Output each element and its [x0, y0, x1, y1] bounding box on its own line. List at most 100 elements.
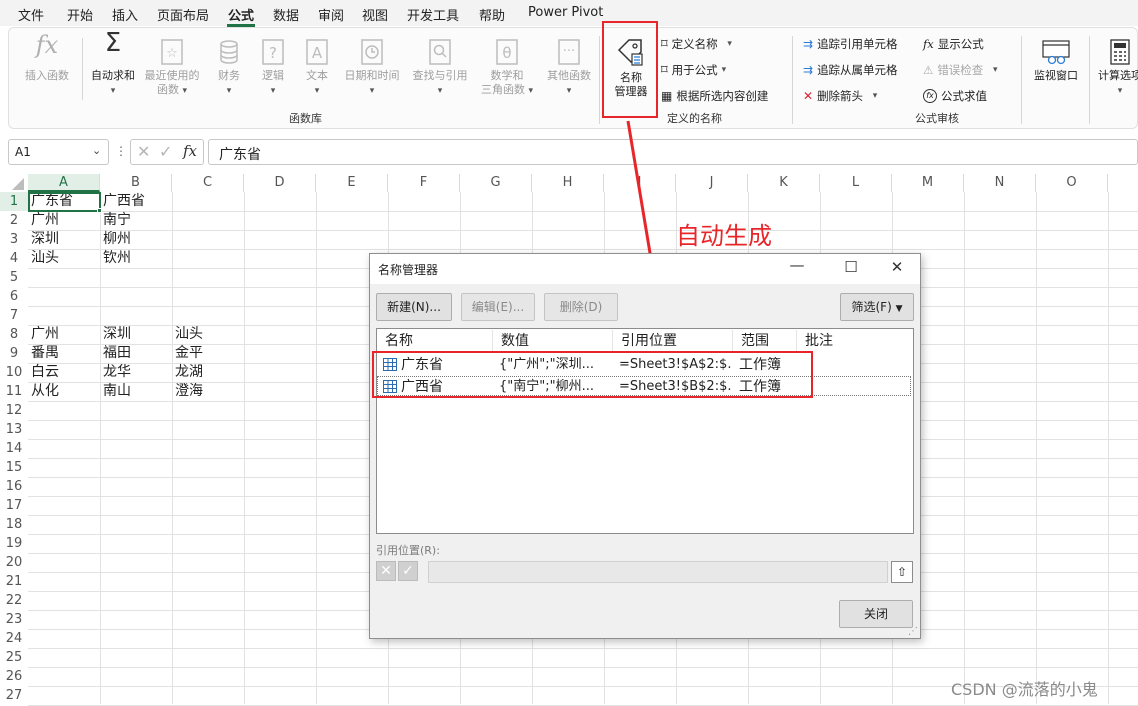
close-button[interactable]: 关闭 [839, 600, 913, 628]
column-header-n[interactable]: N [964, 174, 1036, 192]
lookup-button[interactable]: 查找与引用 ▾ [407, 38, 473, 98]
menu-review[interactable]: 审阅 [318, 5, 344, 24]
watch-window-button[interactable]: 监视窗口 [1027, 38, 1085, 83]
col-header-scope[interactable]: 范围 [733, 330, 797, 352]
row-header-19[interactable]: 19 [0, 534, 28, 553]
row-header-10[interactable]: 10 [0, 363, 28, 382]
row-header-6[interactable]: 6 [0, 287, 28, 306]
row-header-4[interactable]: 4 [0, 249, 28, 268]
cancel-icon[interactable]: ✕ [376, 561, 396, 581]
cell-c10[interactable]: 龙湖 [172, 363, 203, 382]
more-functions-button[interactable]: ··· 其他函数 ▾ [541, 38, 597, 98]
row-header-15[interactable]: 15 [0, 458, 28, 477]
menu-file[interactable]: 文件 [18, 5, 44, 24]
cell-b11[interactable]: 南山 [100, 382, 131, 401]
cell-a3[interactable]: 深圳 [28, 230, 59, 249]
cell-a10[interactable]: 白云 [28, 363, 59, 382]
chevron-down-icon[interactable]: ⌄ [92, 144, 101, 157]
row-header-5[interactable]: 5 [0, 268, 28, 287]
cell-a2[interactable]: 广州 [28, 211, 59, 230]
row-header-26[interactable]: 26 [0, 667, 28, 686]
cell-a9[interactable]: 番禺 [28, 344, 59, 363]
cell-a4[interactable]: 汕头 [28, 249, 59, 268]
logical-button[interactable]: ? 逻辑 ▾ [251, 38, 295, 98]
row-header-9[interactable]: 9 [0, 344, 28, 363]
column-header-f[interactable]: F [388, 174, 460, 192]
column-header-e[interactable]: E [316, 174, 388, 192]
menu-help[interactable]: 帮助 [479, 5, 505, 24]
cell-b9[interactable]: 福田 [100, 344, 131, 363]
column-header-g[interactable]: G [460, 174, 532, 192]
row-header-24[interactable]: 24 [0, 629, 28, 648]
row-header-18[interactable]: 18 [0, 515, 28, 534]
menu-data[interactable]: 数据 [273, 5, 299, 24]
row-header-2[interactable]: 2 [0, 211, 28, 230]
cell-b4[interactable]: 钦州 [100, 249, 131, 268]
col-header-name[interactable]: 名称 [377, 330, 493, 352]
confirm-icon[interactable]: ✓ [398, 561, 418, 581]
row-header-14[interactable]: 14 [0, 439, 28, 458]
row-header-7[interactable]: 7 [0, 306, 28, 325]
autosum-button[interactable]: Σ 自动求和 ▾ [87, 30, 139, 98]
trace-precedents-button[interactable]: ⇉ 追踪引用单元格 [803, 36, 898, 52]
row-header-12[interactable]: 12 [0, 401, 28, 420]
edit-button[interactable]: 编辑(E)... [461, 293, 535, 321]
menu-home[interactable]: 开始 [67, 5, 93, 24]
row-header-8[interactable]: 8 [0, 325, 28, 344]
create-from-selection-button[interactable]: ▦ 根据所选内容创建 [661, 88, 768, 104]
row-header-25[interactable]: 25 [0, 648, 28, 667]
cell-c11[interactable]: 澄海 [172, 382, 203, 401]
datetime-button[interactable]: 日期和时间 ▾ [339, 38, 405, 98]
col-header-value[interactable]: 数值 [493, 330, 613, 352]
delete-button[interactable]: 删除(D) [544, 293, 618, 321]
column-header-m[interactable]: M [892, 174, 964, 192]
column-header-d[interactable]: D [244, 174, 316, 192]
row-header-13[interactable]: 13 [0, 420, 28, 439]
minimize-icon[interactable]: — [782, 256, 812, 274]
recent-functions-button[interactable]: ☆ 最近使用的 函数 ▾ [141, 38, 203, 98]
row-header-22[interactable]: 22 [0, 591, 28, 610]
fx-icon[interactable]: fx [183, 142, 197, 160]
remove-arrows-button[interactable]: ✕ 删除箭头 ▾ [803, 88, 877, 104]
filter-button[interactable]: 筛选(F) ▼ [840, 293, 914, 321]
column-header-c[interactable]: C [172, 174, 244, 192]
cell-c8[interactable]: 汕头 [172, 325, 203, 344]
column-header-o[interactable]: O [1036, 174, 1108, 192]
evaluate-formula-button[interactable]: fx 公式求值 [923, 88, 987, 104]
row-header-27[interactable]: 27 [0, 686, 28, 705]
menu-developer[interactable]: 开发工具 [407, 5, 459, 24]
row-header-20[interactable]: 20 [0, 553, 28, 572]
column-header-l[interactable]: L [820, 174, 892, 192]
row-header-17[interactable]: 17 [0, 496, 28, 515]
close-icon[interactable]: ✕ [882, 258, 912, 276]
collapse-dialog-icon[interactable]: ⇧ [891, 561, 913, 583]
menu-power-pivot[interactable]: Power Pivot [528, 5, 603, 20]
col-header-refers[interactable]: 引用位置 [613, 330, 733, 352]
cell-a11[interactable]: 从化 [28, 382, 59, 401]
row-header-1[interactable]: 1 [0, 192, 28, 211]
menu-insert[interactable]: 插入 [112, 5, 138, 24]
refers-to-input[interactable] [428, 561, 888, 583]
text-button[interactable]: A 文本 ▾ [295, 38, 339, 98]
cell-b2[interactable]: 南宁 [100, 211, 131, 230]
menu-page-layout[interactable]: 页面布局 [157, 5, 209, 24]
select-all-corner[interactable] [0, 174, 28, 192]
use-in-formula-button[interactable]: ⌑ 用于公式 ▾ [661, 62, 726, 78]
math-trig-button[interactable]: θ 数学和 三角函数 ▾ [475, 38, 539, 98]
cell-b10[interactable]: 龙华 [100, 363, 131, 382]
cell-a8[interactable]: 广州 [28, 325, 59, 344]
trace-dependents-button[interactable]: ⇉ 追踪从属单元格 [803, 62, 898, 78]
cell-b1[interactable]: 广西省 [100, 192, 145, 211]
error-checking-button[interactable]: ⚠ 错误检查 ▾ [923, 62, 998, 78]
menu-formulas[interactable]: 公式 [228, 5, 254, 24]
column-header-b[interactable]: B [100, 174, 172, 192]
new-button[interactable]: 新建(N)... [376, 293, 452, 321]
define-name-button[interactable]: ⌑ 定义名称 ▾ [661, 36, 732, 52]
insert-function-button[interactable]: fx 插入函数 [17, 33, 77, 83]
menu-view[interactable]: 视图 [362, 5, 388, 24]
more-options-icon[interactable]: ⋮ [115, 144, 127, 158]
cell-c9[interactable]: 金平 [172, 344, 203, 363]
fill-handle[interactable] [97, 208, 102, 213]
cell-b3[interactable]: 柳州 [100, 230, 131, 249]
cancel-icon[interactable]: ✕ [137, 142, 150, 161]
